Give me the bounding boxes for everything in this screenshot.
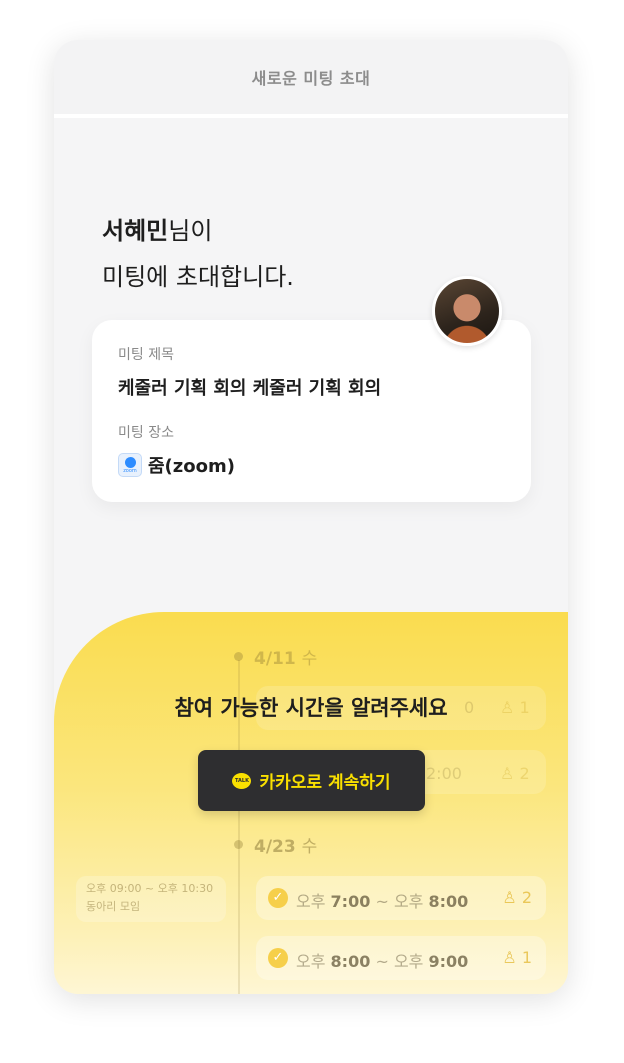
page-title: 새로운 미팅 초대 <box>251 69 371 88</box>
invite-heading: 서혜민님이 미팅에 초대합니다. <box>102 208 294 300</box>
meeting-location-value: 줌(zoom) <box>148 456 235 477</box>
meeting-location-label: 미팅 장소 <box>118 425 174 441</box>
other-event-card: 오후 09:00 ~ 오후 10:30 동아리 모임 <box>76 876 226 922</box>
availability-prompt: 참여 가능한 시간을 알려주세요 <box>174 696 448 720</box>
kakao-button-label: 카카오로 계속하기 <box>259 773 391 793</box>
time-slot[interactable]: ✓ 오후 7:00 ~ 오후 8:00 ♙ 2 <box>256 876 546 920</box>
top-bar: 새로운 미팅 초대 <box>54 40 568 118</box>
host-suffix: 님이 <box>168 217 213 245</box>
person-icon: ♙ <box>502 888 517 907</box>
check-icon: ✓ <box>268 948 288 968</box>
meeting-info-card: 미팅 제목 케줄러 기획 회의 케줄러 기획 회의 미팅 장소 zoom 줌(z… <box>92 320 531 502</box>
phone-screen: 새로운 미팅 초대 서혜민님이 미팅에 초대합니다. 미팅 제목 케줄러 기획 … <box>54 40 568 994</box>
slot-time: 오후 7:00 ~ 오후 8:00 <box>296 892 469 911</box>
other-event-name: 동아리 모임 <box>86 900 141 913</box>
slot-time: 오후 8:00 ~ 오후 9:00 <box>296 952 469 971</box>
host-name: 서혜민 <box>102 217 169 245</box>
faint-slot-count: ♙ 2 <box>500 764 530 783</box>
zoom-camera-glyph <box>124 456 136 468</box>
meeting-title-value: 케줄러 기획 회의 케줄러 기획 회의 <box>118 378 382 399</box>
faint-slot-time: 2:00 <box>426 764 462 783</box>
participant-count: ♙ 1 <box>502 948 532 967</box>
kakao-continue-button[interactable]: TALK 카카오로 계속하기 <box>198 750 425 811</box>
zoom-icon: zoom <box>118 453 142 477</box>
participant-count: ♙ 2 <box>502 888 532 907</box>
host-avatar <box>432 276 502 346</box>
time-slot[interactable]: ✓ 오후 8:00 ~ 오후 9:00 ♙ 1 <box>256 936 546 980</box>
timeline-dot <box>234 840 243 849</box>
kakao-talk-icon: TALK <box>232 772 252 789</box>
person-icon: ♙ <box>502 948 517 967</box>
check-icon: ✓ <box>268 888 288 908</box>
meeting-location-row: zoom 줌(zoom) <box>118 452 505 478</box>
invite-line2: 미팅에 초대합니다. <box>102 263 294 291</box>
meeting-title-label: 미팅 제목 <box>118 347 174 363</box>
other-event-time: 오후 09:00 ~ 오후 10:30 <box>86 882 214 895</box>
zoom-icon-text: zoom <box>123 467 137 474</box>
date-header-1: 4/11 수 <box>254 649 318 669</box>
timeline-dot <box>234 652 243 661</box>
date-header-2: 4/23 수 <box>254 837 318 857</box>
